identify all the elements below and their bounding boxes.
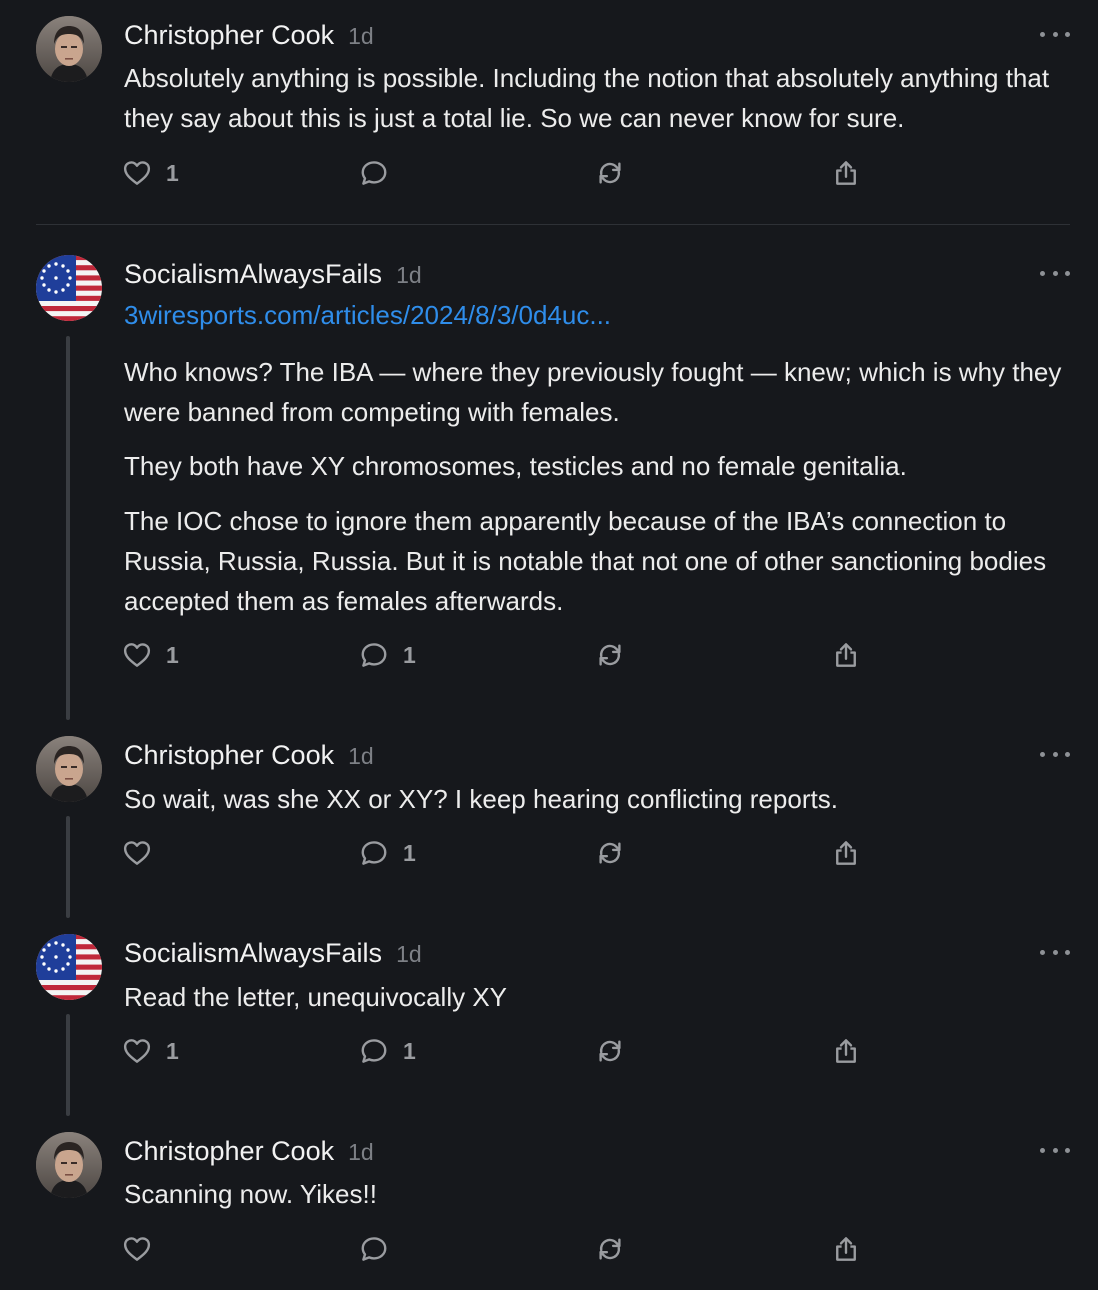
share-icon bbox=[831, 1234, 861, 1264]
post-paragraph: Who knows? The IBA — where they previous… bbox=[124, 357, 1062, 427]
divider bbox=[36, 224, 1070, 225]
thread-line bbox=[66, 816, 70, 918]
thread-line bbox=[66, 336, 70, 720]
repost-icon bbox=[595, 1234, 625, 1264]
author-name[interactable]: SocialismAlwaysFails bbox=[124, 259, 382, 290]
repost-icon bbox=[595, 158, 625, 188]
like-count: 1 bbox=[166, 641, 179, 668]
post-text: Absolutely anything is possible. Includi… bbox=[124, 63, 1050, 133]
comment-icon bbox=[359, 158, 389, 188]
repost-icon bbox=[595, 640, 625, 670]
share-button[interactable] bbox=[831, 640, 861, 670]
more-options-icon[interactable] bbox=[1040, 947, 1070, 957]
comment-icon bbox=[359, 640, 389, 670]
thread-line bbox=[66, 1014, 70, 1116]
more-options-icon[interactable] bbox=[1040, 29, 1070, 39]
repost-button[interactable] bbox=[595, 1036, 625, 1066]
article-link[interactable]: 3wiresports.com/articles/2024/8/3/0d4uc.… bbox=[124, 300, 611, 331]
share-button[interactable] bbox=[831, 1036, 861, 1066]
post-text: Scanning now. Yikes!! bbox=[124, 1179, 377, 1209]
betsy-ross-flag-icon[interactable] bbox=[36, 255, 102, 321]
heart-icon bbox=[122, 1234, 152, 1264]
reply-button[interactable] bbox=[359, 158, 403, 188]
portrait-man-icon[interactable] bbox=[36, 736, 102, 802]
timestamp: 1d bbox=[348, 743, 374, 769]
comment-icon bbox=[359, 838, 389, 868]
heart-icon bbox=[122, 1036, 152, 1066]
more-options-icon[interactable] bbox=[1040, 749, 1070, 759]
post-paragraph: They both have XY chromosomes, testicles… bbox=[124, 451, 907, 481]
portrait-man-icon[interactable] bbox=[36, 1132, 102, 1198]
post-text: Read the letter, unequivocally XY bbox=[124, 982, 508, 1012]
author-name[interactable]: Christopher Cook bbox=[124, 740, 334, 771]
reply-button[interactable]: 1 bbox=[359, 838, 416, 868]
reply-button[interactable]: 1 bbox=[359, 640, 416, 670]
portrait-man-icon[interactable] bbox=[36, 16, 102, 82]
repost-button[interactable] bbox=[595, 838, 625, 868]
betsy-ross-flag-icon[interactable] bbox=[36, 934, 102, 1000]
author-name[interactable]: Christopher Cook bbox=[124, 1136, 334, 1167]
heart-icon bbox=[122, 640, 152, 670]
reply-count: 1 bbox=[403, 839, 416, 866]
heart-icon bbox=[122, 158, 152, 188]
like-button[interactable]: 1 bbox=[122, 1036, 179, 1066]
share-button[interactable] bbox=[831, 838, 861, 868]
repost-icon bbox=[595, 1036, 625, 1066]
more-options-icon[interactable] bbox=[1040, 1145, 1070, 1155]
like-count: 1 bbox=[166, 1037, 179, 1064]
like-count: 1 bbox=[166, 159, 179, 186]
repost-button[interactable] bbox=[595, 158, 625, 188]
like-button[interactable] bbox=[122, 1234, 166, 1264]
timestamp: 1d bbox=[348, 23, 374, 49]
share-icon bbox=[831, 640, 861, 670]
repost-button[interactable] bbox=[595, 640, 625, 670]
like-button[interactable]: 1 bbox=[122, 640, 179, 670]
heart-icon bbox=[122, 838, 152, 868]
share-icon bbox=[831, 158, 861, 188]
author-name[interactable]: SocialismAlwaysFails bbox=[124, 938, 382, 969]
share-icon bbox=[831, 1036, 861, 1066]
like-button[interactable] bbox=[122, 838, 166, 868]
more-options-icon[interactable] bbox=[1040, 268, 1070, 278]
reply-count: 1 bbox=[403, 1037, 416, 1064]
timestamp: 1d bbox=[396, 941, 422, 967]
comment-icon bbox=[359, 1036, 389, 1066]
post-text: So wait, was she XX or XY? I keep hearin… bbox=[124, 784, 838, 814]
like-button[interactable]: 1 bbox=[122, 158, 179, 188]
repost-icon bbox=[595, 838, 625, 868]
share-icon bbox=[831, 838, 861, 868]
timestamp: 1d bbox=[396, 262, 422, 288]
comment-icon bbox=[359, 1234, 389, 1264]
share-button[interactable] bbox=[831, 1234, 861, 1264]
post-paragraph: The IOC chose to ignore them apparently … bbox=[124, 506, 1047, 616]
reply-button[interactable] bbox=[359, 1234, 403, 1264]
reply-count: 1 bbox=[403, 641, 416, 668]
repost-button[interactable] bbox=[595, 1234, 625, 1264]
share-button[interactable] bbox=[831, 158, 861, 188]
author-name[interactable]: Christopher Cook bbox=[124, 20, 334, 51]
timestamp: 1d bbox=[348, 1139, 374, 1165]
reply-button[interactable]: 1 bbox=[359, 1036, 416, 1066]
